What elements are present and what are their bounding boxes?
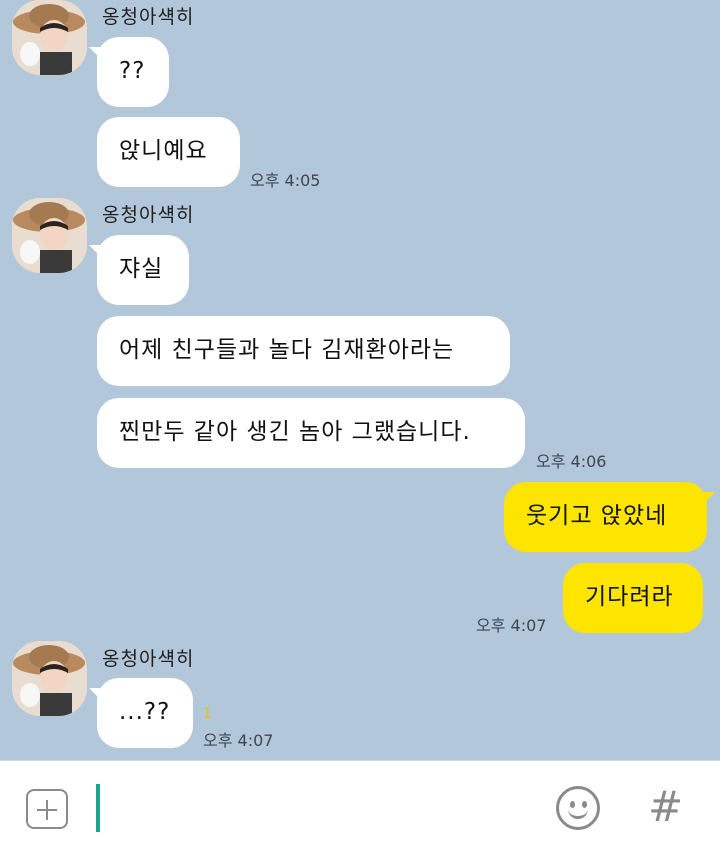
- message-bubble[interactable]: 어제 친구들과 놀다 김재환아라는: [97, 316, 510, 386]
- avatar[interactable]: [12, 198, 87, 273]
- message-time: 오후 4:05: [250, 171, 321, 190]
- chat-area: 옹청아섁히 ?? 앉니예요 오후 4:05 옹청아섁히 쟈실 어제 친구들과 놀…: [0, 0, 720, 760]
- my-message-bubble[interactable]: 웃기고 앉았네: [504, 482, 715, 552]
- sender-name: 옹청아섁히: [102, 204, 195, 226]
- sender-name: 옹청아섁히: [102, 6, 195, 28]
- plus-icon[interactable]: [26, 789, 68, 829]
- message-bubble[interactable]: ??: [89, 37, 169, 107]
- divider: [0, 760, 720, 761]
- message-time: 오후 4:06: [536, 452, 607, 471]
- message-bubble[interactable]: 쟈실: [89, 235, 189, 305]
- message-bubble[interactable]: 찐만두 같아 생긴 놈아 그랬습니다.: [97, 398, 525, 468]
- message-bubble[interactable]: 앉니예요: [97, 117, 240, 187]
- unread-count: 1: [203, 706, 212, 722]
- message-time: 오후 4:07: [203, 731, 274, 750]
- message-time: 오후 4:07: [476, 616, 547, 635]
- avatar[interactable]: [12, 641, 87, 716]
- my-message-bubble[interactable]: 기다려라: [563, 563, 703, 633]
- message-input[interactable]: [96, 784, 100, 832]
- sender-name: 옹청아섁히: [102, 648, 195, 670]
- avatar[interactable]: [12, 0, 87, 75]
- input-bar: [0, 760, 720, 857]
- emoji-icon[interactable]: [556, 786, 600, 830]
- hash-icon[interactable]: #: [648, 782, 683, 832]
- message-bubble[interactable]: ...??: [89, 678, 193, 748]
